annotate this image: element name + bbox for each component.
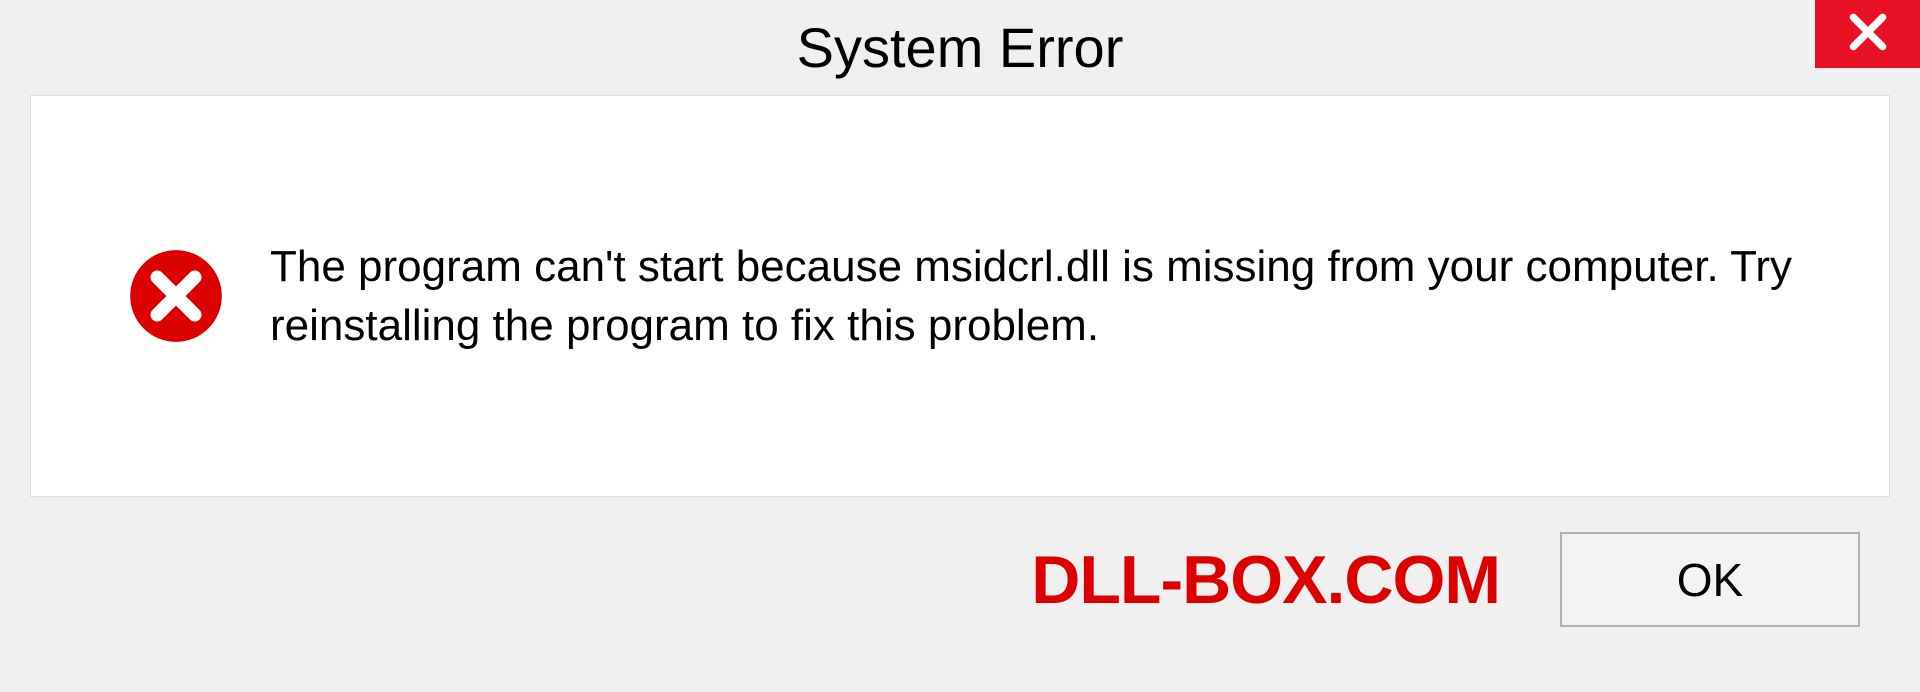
close-icon bbox=[1846, 10, 1890, 59]
close-button[interactable] bbox=[1815, 0, 1920, 68]
dialog-footer: DLL-BOX.COM OK bbox=[0, 497, 1920, 662]
title-bar: System Error bbox=[0, 0, 1920, 95]
error-icon bbox=[126, 246, 226, 346]
dialog-title: System Error bbox=[797, 15, 1124, 80]
message-panel: The program can't start because msidcrl.… bbox=[30, 95, 1890, 497]
ok-button[interactable]: OK bbox=[1560, 532, 1860, 627]
watermark-text: DLL-BOX.COM bbox=[1031, 541, 1500, 619]
error-message: The program can't start because msidcrl.… bbox=[270, 237, 1829, 356]
